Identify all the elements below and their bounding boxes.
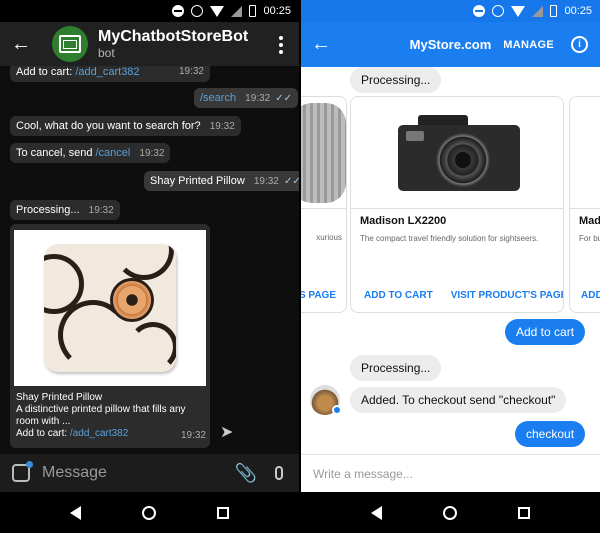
telegram-screen: 00:25 ← MyChatbotStoreBot bot Add to car… <box>0 0 299 533</box>
message-bubble: Processing... <box>350 67 442 93</box>
add-cart-label: Add to cart: <box>16 428 68 439</box>
message-time: 19:32 <box>245 93 271 104</box>
message-text: Shay Printed Pillow <box>150 175 245 187</box>
card-title: Madi <box>579 215 600 227</box>
chat-header: ← MyChatbotStoreBot bot <box>0 22 299 66</box>
message-bubble: Add to cart: /add_cart382 19:32 <box>10 66 210 82</box>
message-bubble: Added. To checkout send "checkout" <box>350 387 567 413</box>
add-cart-link[interactable]: /add_cart382 <box>70 428 128 439</box>
message-time: 19:32 <box>88 205 114 216</box>
message-bubble: Processing... 19:32 <box>10 200 120 220</box>
message-text: Processing... <box>16 204 80 216</box>
message-input[interactable]: Write a message... <box>301 454 600 492</box>
card-button[interactable]: 'S PAGE <box>301 290 336 301</box>
product-card[interactable]: Madison LX2200 The compact travel friend… <box>350 96 564 313</box>
status-bar: 00:25 <box>0 0 299 22</box>
android-nav-bar <box>301 492 600 533</box>
product-description: A distinctive printed pillow that fills … <box>16 404 186 415</box>
message-time: 19:32 <box>178 66 204 77</box>
camera-image <box>392 111 522 195</box>
info-icon[interactable]: i <box>571 36 588 53</box>
android-nav-bar <box>0 492 299 533</box>
product-description-2: room with ... <box>16 416 71 427</box>
message-bubble-outgoing: Shay Printed Pillow 19:32 ✓✓ <box>144 171 299 191</box>
microphone-icon[interactable] <box>275 466 283 480</box>
forward-icon[interactable]: ➤ <box>220 422 238 441</box>
product-title: Shay Printed Pillow <box>16 392 103 403</box>
message-bubble-outgoing: checkout <box>515 421 586 447</box>
command-link[interactable]: /search <box>200 92 236 104</box>
message-list[interactable]: Add to cart: /add_cart382 19:32 /search … <box>0 66 299 454</box>
message-input[interactable]: Message <box>42 464 235 482</box>
card-subtitle: For bu <box>579 234 600 243</box>
do-not-disturb-icon <box>473 5 486 17</box>
card-subtitle: xurious <box>316 233 342 242</box>
message-input-bar: Message 📎 <box>0 454 299 492</box>
status-time: 00:25 <box>564 5 592 17</box>
chat-header: ← MyStore.com MANAGE i <box>301 22 600 67</box>
wifi-icon <box>210 5 225 17</box>
message-bubble-outgoing: /search 19:32 ✓✓ <box>194 88 298 108</box>
signal-icon <box>532 5 544 17</box>
wifi-icon <box>511 5 526 17</box>
message-text: Add to cart: <box>16 66 73 78</box>
messenger-screen: 00:25 ← MyStore.com MANAGE i Processing.… <box>301 0 600 533</box>
read-ticks-icon: ✓✓ <box>283 176 299 187</box>
status-bar: 00:25 <box>301 0 600 22</box>
chat-title[interactable]: MyChatbotStoreBot bot <box>98 28 248 60</box>
back-arrow-icon[interactable]: ← <box>0 33 42 56</box>
knit-product-image <box>301 102 346 203</box>
nav-back-icon[interactable] <box>70 505 82 520</box>
message-list[interactable]: Processing... xurious 'S PAGE Madison LX… <box>301 67 600 454</box>
product-card[interactable]: xurious 'S PAGE <box>301 96 347 313</box>
manage-button[interactable]: MANAGE <box>503 39 554 51</box>
sticker-icon[interactable] <box>12 461 33 482</box>
product-card[interactable]: Madi For bu ADD <box>569 96 600 313</box>
nav-home-icon[interactable] <box>141 505 156 520</box>
message-bubble: Processing... <box>350 355 442 381</box>
more-options-icon[interactable] <box>279 36 283 57</box>
product-image[interactable] <box>351 97 563 209</box>
battery-icon <box>550 5 558 17</box>
pillow-image <box>44 244 176 372</box>
page-title: MyStore.com <box>409 37 492 52</box>
status-time: 00:25 <box>263 5 291 17</box>
battery-icon <box>249 5 257 17</box>
attach-icon[interactable]: 📎 <box>235 463 257 484</box>
message-time: 19:32 <box>180 430 206 441</box>
bot-name: MyChatbotStoreBot <box>98 28 249 45</box>
visit-product-page-button[interactable]: VISIT PRODUCT'S PAGE <box>451 290 563 301</box>
add-to-cart-button[interactable]: ADD TO CART <box>364 290 433 301</box>
read-ticks-icon: ✓✓ <box>275 93 292 104</box>
product-image[interactable] <box>14 230 206 386</box>
card-button[interactable]: ADD <box>581 290 600 301</box>
alarm-icon <box>492 5 505 17</box>
signal-icon <box>231 5 243 17</box>
do-not-disturb-icon <box>172 5 185 17</box>
message-text: To cancel, send <box>16 147 93 159</box>
command-link[interactable]: /add_cart382 <box>75 66 139 78</box>
product-image[interactable] <box>570 97 600 209</box>
message-time: 19:32 <box>139 148 165 159</box>
card-title: Madison LX2200 <box>360 215 447 227</box>
nav-home-icon[interactable] <box>442 505 457 520</box>
message-time: 19:32 <box>253 176 279 187</box>
nav-recents-icon[interactable] <box>517 506 530 519</box>
bot-subtitle: bot <box>98 46 115 60</box>
nav-back-icon[interactable] <box>371 505 383 520</box>
alarm-icon <box>191 5 204 17</box>
cart-icon <box>59 35 81 53</box>
product-card[interactable]: Shay Printed Pillow A distinctive printe… <box>10 224 210 448</box>
bot-avatar[interactable] <box>52 26 88 62</box>
message-time: 19:32 <box>209 121 235 132</box>
command-link[interactable]: /cancel <box>96 147 131 159</box>
message-bubble: To cancel, send /cancel 19:32 <box>10 143 171 163</box>
product-image[interactable] <box>301 97 346 209</box>
card-subtitle: The compact travel friendly solution for… <box>360 234 539 243</box>
messenger-badge-icon <box>332 405 342 415</box>
message-bubble: Cool, what do you want to search for? 19… <box>10 116 241 136</box>
nav-recents-icon[interactable] <box>216 506 229 519</box>
message-text: Cool, what do you want to search for? <box>16 120 201 132</box>
message-bubble-outgoing: Add to cart <box>505 319 586 345</box>
